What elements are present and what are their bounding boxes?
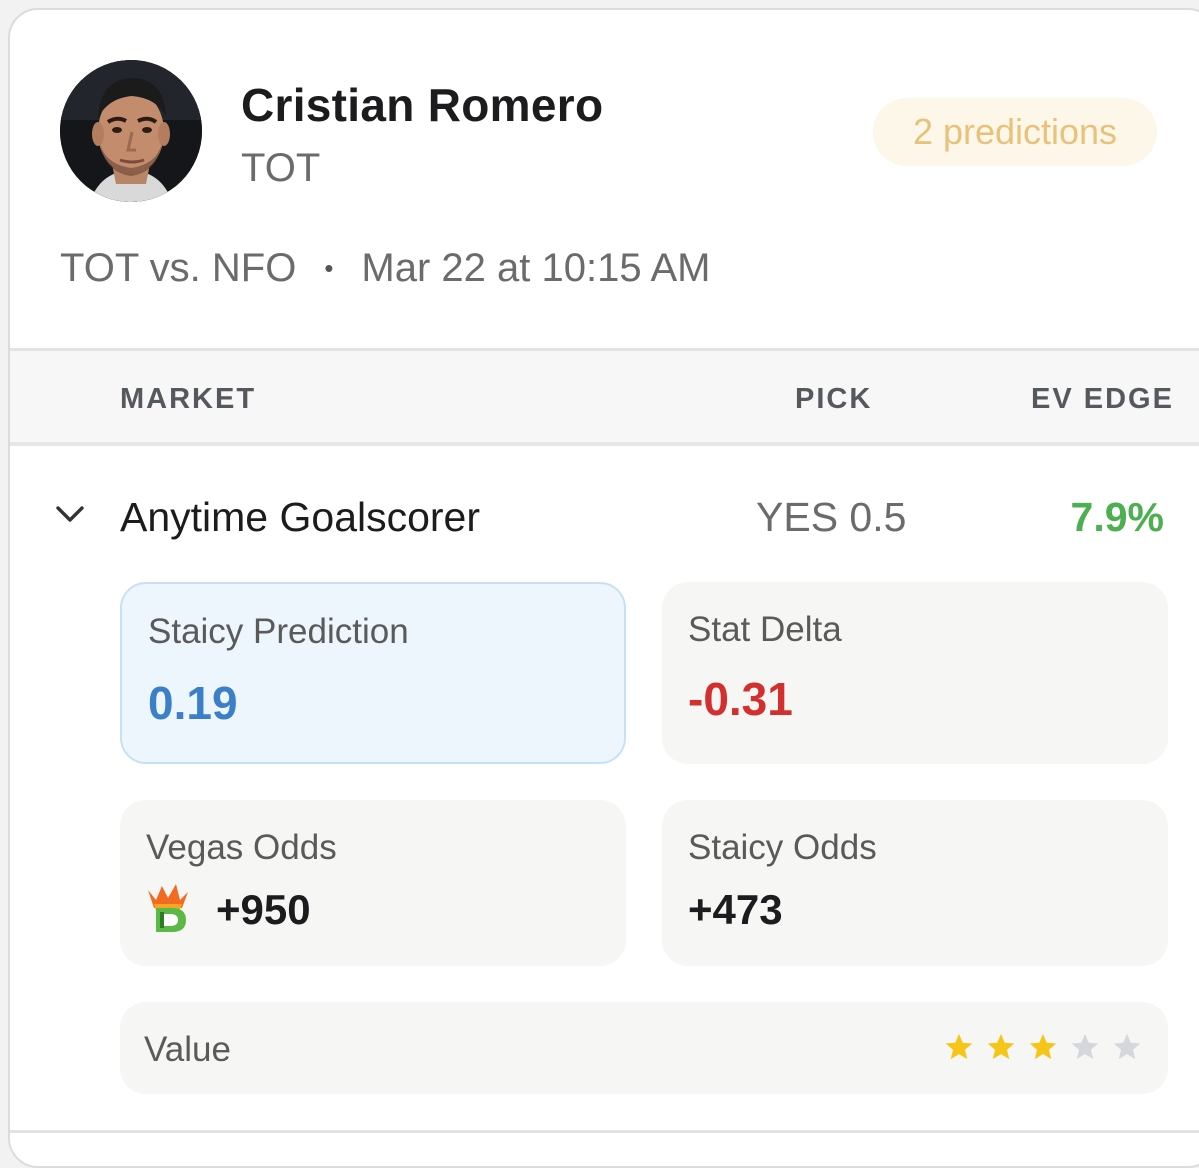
ev-edge-value: 7.9% — [1070, 494, 1164, 540]
table-header: MARKET PICK EV EDGE — [10, 348, 1199, 446]
divider — [10, 1130, 1199, 1133]
match-info: TOT vs. NFO • Mar 22 at 10:15 AM — [60, 246, 711, 291]
pick-value: YES 0.5 — [756, 494, 907, 540]
market-name[interactable]: Anytime Goalscorer — [120, 494, 480, 541]
vegas-odds-label: Vegas Odds — [146, 828, 337, 867]
player-team: TOT — [241, 146, 321, 190]
column-header-ev-edge: EV EDGE — [1031, 383, 1174, 415]
stat-delta-value: -0.31 — [688, 673, 793, 725]
draftkings-logo-icon — [142, 882, 192, 934]
chevron-down-icon[interactable] — [54, 498, 86, 530]
player-prediction-card: Cristian Romero TOT 2 predictions TOT vs… — [8, 8, 1199, 1168]
star-empty-icon — [1071, 1033, 1099, 1060]
stat-delta-tile: Stat Delta -0.31 — [662, 582, 1168, 764]
staicy-prediction-label: Staicy Prediction — [148, 612, 409, 651]
star-filled-icon — [945, 1033, 973, 1060]
player-name: Cristian Romero — [241, 79, 604, 131]
value-rating-tile: Value — [120, 1002, 1168, 1094]
star-filled-icon — [1029, 1033, 1057, 1060]
column-header-market: MARKET — [120, 383, 257, 415]
match-teams: TOT vs. NFO — [60, 246, 297, 290]
staicy-prediction-tile: Staicy Prediction 0.19 — [120, 582, 626, 764]
star-filled-icon — [987, 1033, 1015, 1060]
column-header-pick: PICK — [795, 383, 873, 415]
staicy-odds-label: Staicy Odds — [688, 828, 877, 867]
staicy-odds-value: +473 — [688, 886, 783, 933]
player-photo — [60, 60, 202, 202]
stat-delta-label: Stat Delta — [688, 610, 842, 649]
value-rating-label: Value — [144, 1030, 231, 1069]
vegas-odds-tile: Vegas Odds +950 — [120, 800, 626, 966]
match-datetime: Mar 22 at 10:15 AM — [361, 246, 711, 290]
predictions-count-badge[interactable]: 2 predictions — [873, 98, 1157, 166]
player-avatar — [60, 60, 202, 202]
star-rating — [944, 1032, 1142, 1062]
staicy-prediction-value: 0.19 — [148, 677, 238, 729]
vegas-odds-value: +950 — [216, 886, 311, 933]
star-empty-icon — [1113, 1033, 1141, 1060]
predictions-count-label: 2 predictions — [912, 111, 1118, 152]
staicy-odds-tile: Staicy Odds +473 — [662, 800, 1168, 966]
match-separator: • — [324, 253, 334, 283]
